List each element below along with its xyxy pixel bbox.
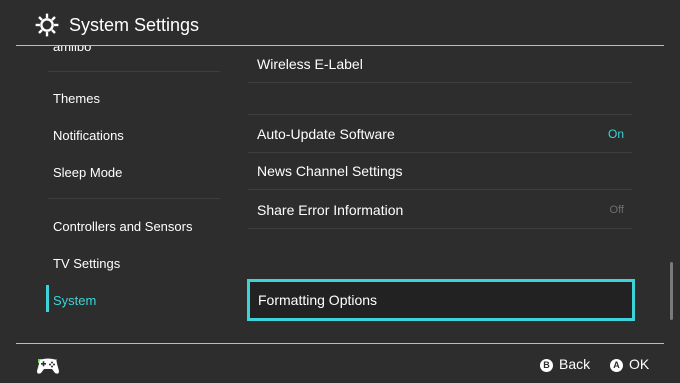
sidebar-item-tv-settings[interactable]: TV Settings [53,256,120,271]
header: System Settings [0,0,680,46]
back-button[interactable]: B Back [540,356,590,372]
sidebar-item-system[interactable]: System [53,293,96,308]
sidebar-divider [48,71,220,72]
row-formatting-options[interactable]: Formatting Options [247,279,635,321]
auto-update-value: On [607,127,624,141]
sidebar-item-sleep-mode[interactable]: Sleep Mode [53,165,122,180]
row-share-error-information[interactable]: Share Error Information [257,202,403,218]
settings-panel: Wireless E-Label Auto-Update Software On… [220,46,665,343]
sidebar-item-controllers-and-sensors[interactable]: Controllers and Sensors [53,219,192,234]
controller-icon [37,358,59,374]
page-title: System Settings [69,15,200,35]
share-error-value: Off [609,204,624,216]
row-wireless-e-label[interactable]: Wireless E-Label [257,56,363,72]
row-auto-update-software[interactable]: Auto-Update Software [257,126,395,142]
selection-indicator [46,285,49,312]
row-divider [248,114,632,115]
ok-button[interactable]: A OK [610,356,649,372]
row-divider [248,152,632,153]
sidebar: amiibo Themes Notifications Sleep Mode C… [0,46,220,343]
sidebar-divider [48,198,220,199]
row-divider [248,228,632,229]
back-label: Back [559,356,591,372]
formatting-options-label: Formatting Options [258,292,378,308]
row-divider [248,82,632,83]
scrollbar[interactable] [670,262,673,320]
gear-icon [35,13,59,37]
row-news-channel-settings[interactable]: News Channel Settings [257,163,403,179]
sidebar-item-themes[interactable]: Themes [53,91,100,106]
row-divider [248,189,632,190]
footer: B Back A OK [0,344,680,383]
sidebar-item-notifications[interactable]: Notifications [53,128,124,143]
sidebar-item-amiibo[interactable]: amiibo [53,46,91,54]
ok-label: OK [629,356,650,372]
a-button-icon: A [610,359,623,372]
b-button-icon: B [540,359,553,372]
